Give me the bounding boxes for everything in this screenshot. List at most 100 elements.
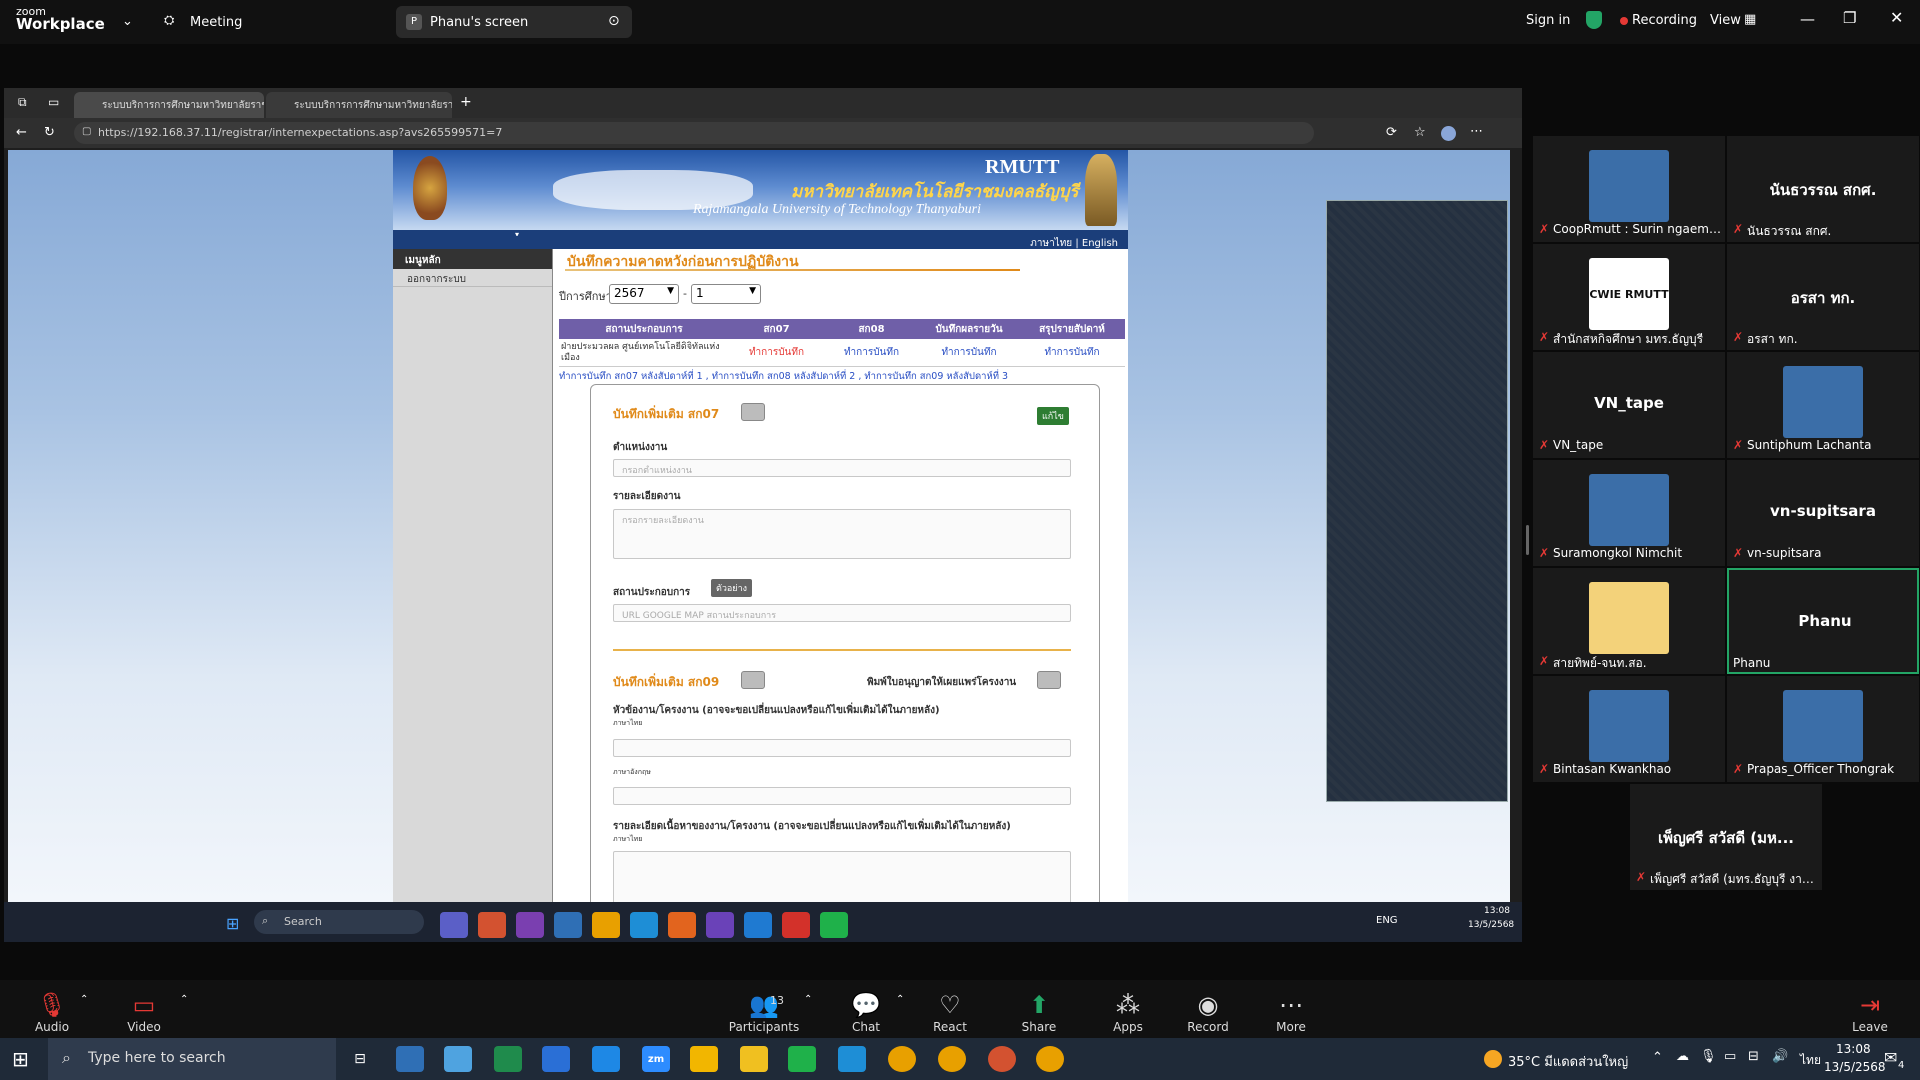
participant-tile[interactable]: ✗ สายทิพย์-จนท.สอ.	[1533, 568, 1725, 674]
view-button[interactable]: View	[1710, 13, 1741, 28]
refresh-icon[interactable]: ↻	[44, 125, 55, 140]
clock-date[interactable]: 13/5/2568	[1824, 1060, 1886, 1074]
chrome-icon[interactable]	[1036, 1046, 1064, 1072]
shared-search-box[interactable]: ⌕ Search	[254, 910, 424, 934]
chevron-up-icon[interactable]: ⌃	[80, 994, 88, 1005]
back-icon[interactable]: ←	[16, 125, 27, 140]
vscode-icon[interactable]	[744, 912, 772, 938]
mail-icon[interactable]	[592, 1046, 620, 1072]
record-link-weekly[interactable]: ทำการบันทึก	[1019, 345, 1125, 360]
restore-icon[interactable]: ❐	[1843, 9, 1856, 27]
volume-icon[interactable]: 🔊	[1772, 1049, 1788, 1064]
project-title-thai-input[interactable]	[613, 739, 1071, 757]
weather-label[interactable]: 35°C มีแดดส่วนใหญ่	[1508, 1051, 1628, 1072]
chat-button[interactable]: 💬 Chat	[826, 980, 906, 1038]
share-pill[interactable]: P Phanu's screen ⊙	[396, 6, 632, 38]
zoom-app-icon[interactable]: zm	[642, 1046, 670, 1072]
year-select[interactable]: 2567 ▼	[609, 284, 679, 304]
more-options-icon[interactable]: ⊙	[608, 13, 620, 29]
printer-icon[interactable]	[741, 671, 765, 689]
participant-tile[interactable]: ✗ Bintasan Kwankhao	[1533, 676, 1725, 782]
store-icon[interactable]	[542, 1046, 570, 1072]
participant-tile[interactable]: นันธวรรณ สกศ. ✗ นันธวรรณ สกศ.	[1727, 136, 1919, 242]
participant-tile[interactable]: CWIE RMUTT ✗ สำนักสหกิจศึกษา มทร.ธัญบุรี	[1533, 244, 1725, 350]
edge-icon[interactable]	[838, 1046, 866, 1072]
video-button[interactable]: ▭ Video	[104, 980, 184, 1038]
more-button[interactable]: ⋯ More	[1251, 980, 1331, 1038]
control-panel-icon[interactable]	[396, 1046, 424, 1072]
record-link-sk08[interactable]: ทำการบันทึก	[824, 345, 919, 360]
project-title-english-input[interactable]	[613, 787, 1071, 805]
position-input[interactable]: กรอกตำแหน่งงาน	[613, 459, 1071, 477]
chevron-up-icon[interactable]: ⌃	[180, 994, 188, 1005]
firefox-icon[interactable]	[668, 912, 696, 938]
audio-button[interactable]: 🎙 Audio	[12, 980, 92, 1038]
participant-tile[interactable]: อรสา ทก. ✗ อรสา ทก.	[1727, 244, 1919, 350]
favorites-icon[interactable]: ☆	[1414, 125, 1426, 140]
workspaces-icon[interactable]: ⧉	[18, 95, 27, 110]
task-view-icon[interactable]: ⊟	[346, 1046, 374, 1072]
project-content-textarea[interactable]	[613, 851, 1071, 902]
browser-tab-2[interactable]: ระบบบริการการศึกษามหาวิทยาลัยราช...	[266, 92, 452, 118]
react-button[interactable]: ♡ React	[910, 980, 990, 1038]
chrome-icon[interactable]	[988, 1046, 1016, 1072]
weather-icon[interactable]	[1484, 1050, 1502, 1068]
browser-tab-1[interactable]: ระบบบริการการศึกษามหาวิทยาลัยราช...	[74, 92, 264, 118]
apps-button[interactable]: ⁂ Apps	[1088, 980, 1168, 1038]
visual-studio-icon[interactable]	[706, 912, 734, 938]
chevron-down-icon[interactable]: ⌄	[122, 14, 133, 29]
onenote-icon[interactable]	[516, 912, 544, 938]
outlook-icon[interactable]	[554, 912, 582, 938]
shared-lang[interactable]: ENG	[1376, 915, 1398, 926]
taskbar-search-box[interactable]: ⌕ Type here to search	[48, 1038, 336, 1080]
example-button[interactable]: ตัวอย่าง	[711, 579, 753, 597]
sign-in-link[interactable]: Sign in	[1526, 13, 1570, 28]
participant-tile[interactable]: ✗ Suntiphum Lachanta	[1727, 352, 1919, 458]
battery-icon[interactable]: ▭	[1724, 1049, 1736, 1064]
printer-icon[interactable]	[1037, 671, 1061, 689]
term-select[interactable]: 1 ▼	[691, 284, 761, 304]
close-icon[interactable]: ✕	[1890, 8, 1903, 27]
file-explorer-icon[interactable]	[690, 1046, 718, 1072]
zoom-logo[interactable]: zoom Workplace	[16, 6, 105, 32]
google-map-url-input[interactable]: URL GOOGLE MAP สถานประกอบการ	[613, 604, 1071, 622]
teams-icon[interactable]	[440, 912, 468, 938]
job-detail-textarea[interactable]: กรอกรายละเอียดงาน	[613, 509, 1071, 559]
participant-tile[interactable]: ✗ Prapas_Officer Thongrak	[1727, 676, 1919, 782]
line-icon[interactable]	[788, 1046, 816, 1072]
chevron-up-icon[interactable]: ⌃	[804, 994, 812, 1005]
sidebar-item-logout[interactable]: ออกจากระบบ	[393, 269, 552, 287]
mic-icon[interactable]: 🎙	[1700, 1049, 1717, 1064]
participant-tile[interactable]: Phanu Phanu	[1727, 568, 1919, 674]
chrome-icon[interactable]	[938, 1046, 966, 1072]
url-field[interactable]: ▢ https://192.168.37.11/registrar/intern…	[74, 122, 1314, 144]
recorder-icon[interactable]	[782, 912, 810, 938]
calculator-icon[interactable]	[494, 1046, 522, 1072]
menu-dots-icon[interactable]: ⋯	[1470, 124, 1483, 139]
printer-icon[interactable]	[741, 403, 765, 421]
meeting-label[interactable]: Meeting	[190, 15, 242, 30]
participant-tile[interactable]: vn-supitsara ✗ vn-supitsara	[1727, 460, 1919, 566]
chevron-up-icon[interactable]: ⌃	[896, 994, 904, 1005]
participant-tile[interactable]: เพ็ญศรี สวัสดี (มห... ✗ เพ็ญศรี สวัสดี (มท…	[1630, 784, 1822, 890]
extensions-icon[interactable]: ⟳	[1386, 125, 1397, 140]
line-icon[interactable]	[820, 912, 848, 938]
record-link-daily[interactable]: ทำการบันทึก	[919, 345, 1019, 360]
notification-icon[interactable]: ✉	[1884, 1048, 1897, 1067]
shield-icon[interactable]	[1586, 11, 1602, 29]
office-icon[interactable]	[478, 912, 506, 938]
sticky-notes-icon[interactable]	[740, 1046, 768, 1072]
windows-start-icon[interactable]: ⊞	[12, 1047, 29, 1071]
clock-time[interactable]: 13:08	[1836, 1042, 1871, 1056]
chevron-up-icon[interactable]: ⌃	[1652, 1050, 1663, 1065]
participant-tile[interactable]: ✗ Suramongkol Nimchit	[1533, 460, 1725, 566]
notepad-icon[interactable]	[444, 1046, 472, 1072]
share-button[interactable]: ⬆ Share	[999, 980, 1079, 1038]
windows-start-icon[interactable]: ⊞	[226, 914, 239, 933]
profile-icon[interactable]	[1441, 126, 1456, 141]
input-language[interactable]: ไทย	[1800, 1051, 1821, 1070]
new-tab-icon[interactable]: +	[460, 94, 472, 110]
participant-tile[interactable]: VN_tape ✗ VN_tape	[1533, 352, 1725, 458]
chrome-icon[interactable]	[888, 1046, 916, 1072]
tab-actions-icon[interactable]: ▭	[48, 95, 59, 109]
